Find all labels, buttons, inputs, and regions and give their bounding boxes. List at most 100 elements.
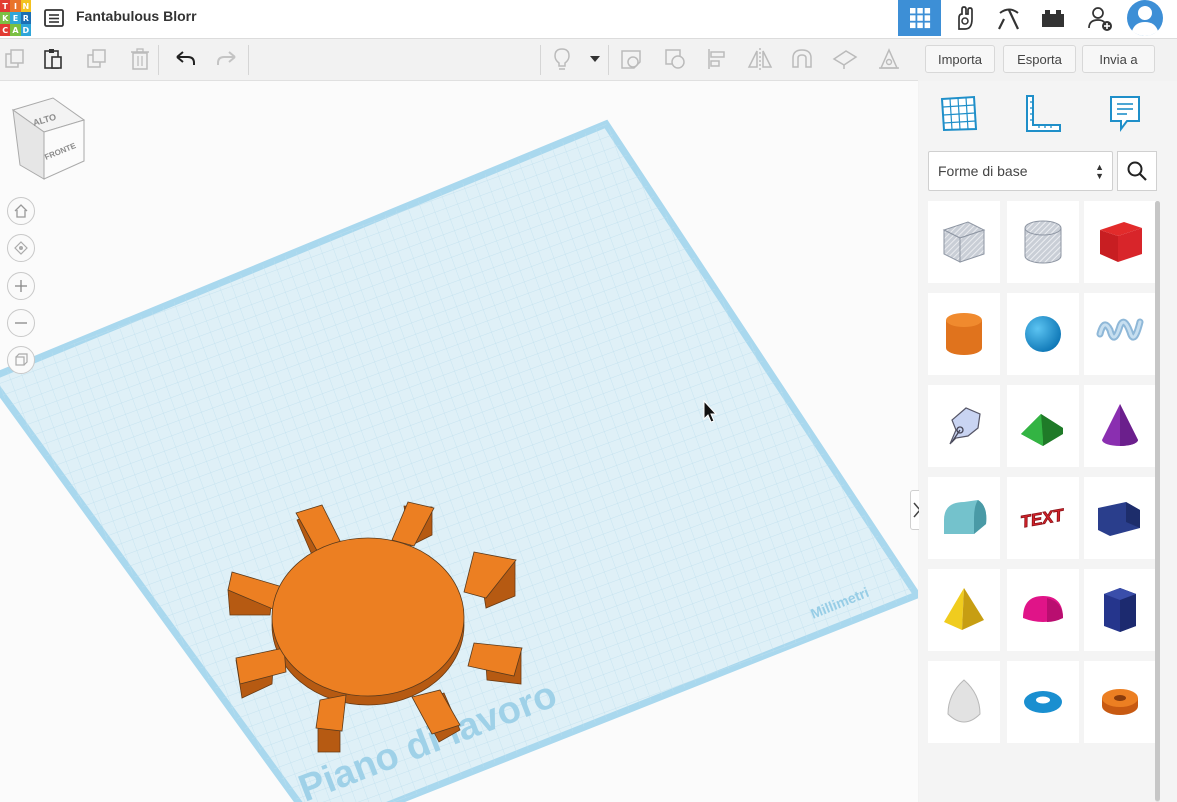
group-button[interactable] <box>660 45 690 73</box>
user-avatar-button[interactable] <box>1123 0 1166 36</box>
duplicate-icon <box>87 49 106 68</box>
view-cube[interactable]: ALTO FRONTE <box>8 95 88 181</box>
text-shape-tile[interactable]: TEXT <box>1007 477 1079 559</box>
note-button[interactable] <box>616 45 646 73</box>
pyramid-shape-icon <box>938 584 990 636</box>
shape-library-label: Forme di base <box>938 163 1028 179</box>
cylinder-shape-icon <box>938 308 990 360</box>
roof-shape-tile[interactable] <box>1007 385 1079 467</box>
visibility-dropdown[interactable] <box>580 45 610 73</box>
redo-button[interactable] <box>212 45 242 73</box>
polygon-shape-tile[interactable] <box>1084 569 1156 651</box>
zoom-out-button[interactable] <box>7 309 35 337</box>
dropdown-icon <box>590 56 600 62</box>
notes-panel-button[interactable] <box>1103 91 1147 135</box>
home-icon <box>14 204 28 218</box>
scribble-shape-tile[interactable] <box>1084 293 1156 375</box>
logo-letter: I <box>10 0 21 12</box>
pyramid-shape-tile[interactable] <box>928 569 1000 651</box>
grid-view-button[interactable] <box>898 0 941 36</box>
tinkercad-logo[interactable]: TINKERCAD <box>0 0 31 36</box>
bricks-icon <box>1041 10 1064 27</box>
grid-view-icon <box>909 8 930 29</box>
tube-shape-tile[interactable] <box>1084 661 1156 743</box>
show-all-button[interactable] <box>547 45 577 73</box>
paste-icon <box>44 49 62 69</box>
box-shape-icon <box>1094 216 1146 268</box>
cruise-button[interactable] <box>787 45 817 73</box>
import-button[interactable]: Importa <box>925 45 995 73</box>
ruler-panel-button[interactable] <box>1020 91 1064 135</box>
cylinder-hole-shape-tile[interactable] <box>1007 201 1079 283</box>
panel-scrollbar-thumb[interactable] <box>1155 201 1160 801</box>
codeblocks-button[interactable] <box>987 0 1030 36</box>
bricks-button[interactable] <box>1031 0 1074 36</box>
avatar-icon <box>1126 0 1163 36</box>
sphere-shape-tile[interactable] <box>1007 293 1079 375</box>
box-hole-shape-icon <box>938 216 990 268</box>
mirror-icon <box>747 48 773 70</box>
scribble-shape-icon <box>1094 308 1146 360</box>
search-icon <box>1127 161 1147 181</box>
panel-scrollbar[interactable] <box>1155 201 1160 802</box>
copy-button[interactable] <box>0 45 30 73</box>
send-to-button[interactable]: Invia a <box>1082 45 1155 73</box>
shape-generator-shape-tile[interactable] <box>928 385 1000 467</box>
home-view-button[interactable] <box>7 197 35 225</box>
toolbar-divider <box>248 45 249 75</box>
export-button[interactable]: Esporta <box>1003 45 1076 73</box>
fit-view-icon <box>14 241 28 255</box>
ortho-view-button[interactable] <box>7 346 35 374</box>
paste-button[interactable] <box>38 45 68 73</box>
cone-shape-icon <box>1094 400 1146 452</box>
ruler-tool-button[interactable] <box>874 45 904 73</box>
logo-letter: D <box>20 24 31 36</box>
align-button[interactable] <box>702 45 732 73</box>
zoom-in-button[interactable] <box>7 272 35 300</box>
cylinder-shape-tile[interactable] <box>928 293 1000 375</box>
align-icon <box>708 49 725 69</box>
invite-user-button[interactable] <box>1078 0 1121 36</box>
workplane-panel-button[interactable] <box>937 91 981 135</box>
fit-view-button[interactable] <box>7 234 35 262</box>
shape-library-select[interactable]: Forme di base ▲ ▼ <box>928 151 1113 191</box>
half-sphere-shape-icon <box>1017 584 1069 636</box>
ruler-icon <box>1026 95 1061 132</box>
pickaxe-icon <box>997 8 1019 30</box>
logo-letter: R <box>20 12 31 24</box>
edit-toolbar <box>0 39 918 81</box>
roof-shape-icon <box>1017 400 1069 452</box>
cylinder-hole-shape-icon <box>1017 216 1069 268</box>
torus-shape-icon <box>1017 676 1069 728</box>
cone-shape-tile[interactable] <box>1084 385 1156 467</box>
ortho-view-icon <box>15 353 28 366</box>
wedge-shape-tile[interactable] <box>1084 477 1156 559</box>
wedge-shape-icon <box>1094 492 1146 544</box>
toolbar-divider <box>158 45 159 75</box>
workplane-canvas[interactable]: Millimetri Piano di lavoro ALTO FRONTE <box>0 81 918 802</box>
search-shapes-button[interactable] <box>1117 151 1157 191</box>
torus-shape-tile[interactable] <box>1007 661 1079 743</box>
logo-letter: C <box>0 24 11 36</box>
design-list-icon[interactable] <box>42 6 66 30</box>
design-title[interactable]: Fantabulous Blorr <box>76 8 197 24</box>
toolbar-divider <box>608 45 609 75</box>
delete-button[interactable] <box>125 45 155 73</box>
workplane-icon <box>832 50 858 69</box>
box-shape-tile[interactable] <box>1084 201 1156 283</box>
box-hole-shape-tile[interactable] <box>928 201 1000 283</box>
duplicate-button[interactable] <box>82 45 112 73</box>
mirror-button[interactable] <box>745 45 775 73</box>
zoom-in-icon <box>15 280 27 292</box>
half-sphere-shape-tile[interactable] <box>1007 569 1079 651</box>
logo-letter: T <box>0 0 11 12</box>
undo-button[interactable] <box>170 45 200 73</box>
copy-icon <box>5 49 24 68</box>
round-roof-shape-tile[interactable] <box>928 477 1000 559</box>
delete-icon <box>131 48 149 70</box>
workplane-button[interactable] <box>830 45 860 73</box>
paraboloid-shape-tile[interactable] <box>928 661 1000 743</box>
light-bulb-icon <box>554 48 570 70</box>
circuits-button[interactable] <box>943 0 986 36</box>
logo-letter: N <box>20 0 31 12</box>
